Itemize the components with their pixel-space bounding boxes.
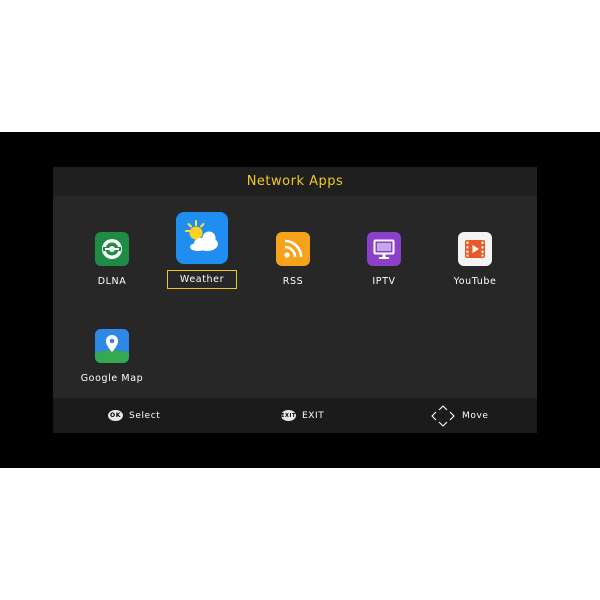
exit-hint-label: EXIT xyxy=(302,410,325,421)
select-hint: OK Select xyxy=(108,398,160,433)
page-title: Network Apps xyxy=(246,174,344,189)
app-tile-dlna[interactable]: DLNA xyxy=(67,232,157,287)
youtube-icon xyxy=(458,232,492,266)
move-hint-label: Move xyxy=(462,410,489,421)
app-grid: DLNA Weather RSS IPTV YouTube Google Map xyxy=(53,196,537,398)
app-tile-iptv[interactable]: IPTV xyxy=(339,232,429,287)
app-label-dlna: DLNA xyxy=(97,276,127,287)
rss-icon xyxy=(276,232,310,266)
weather-icon xyxy=(176,212,228,264)
dpad-arrows-icon xyxy=(430,404,456,428)
dlna-icon xyxy=(95,232,129,266)
ok-key-icon: OK xyxy=(108,410,123,421)
app-tile-weather[interactable]: Weather xyxy=(157,212,247,289)
exit-key-icon: EXIT xyxy=(281,410,296,421)
app-label-rss: RSS xyxy=(282,276,304,287)
app-tile-youtube[interactable]: YouTube xyxy=(430,232,520,287)
tv-monitor-icon xyxy=(367,232,401,266)
footer-hints: OK Select EXIT EXIT Move xyxy=(53,398,537,433)
app-label-youtube: YouTube xyxy=(453,276,497,287)
app-label-google-map: Google Map xyxy=(80,373,144,384)
network-apps-panel: Network Apps DLNA Weather RSS IPTV YouTu… xyxy=(53,167,537,433)
move-hint: Move xyxy=(430,398,489,433)
panel-header: Network Apps xyxy=(53,167,537,196)
app-tile-google-map[interactable]: Google Map xyxy=(67,329,157,384)
exit-hint: EXIT EXIT xyxy=(281,398,324,433)
app-label-weather: Weather xyxy=(166,270,238,289)
select-hint-label: Select xyxy=(129,410,161,421)
app-tile-rss[interactable]: RSS xyxy=(248,232,338,287)
app-label-iptv: IPTV xyxy=(372,276,396,287)
google-map-icon xyxy=(95,329,129,363)
